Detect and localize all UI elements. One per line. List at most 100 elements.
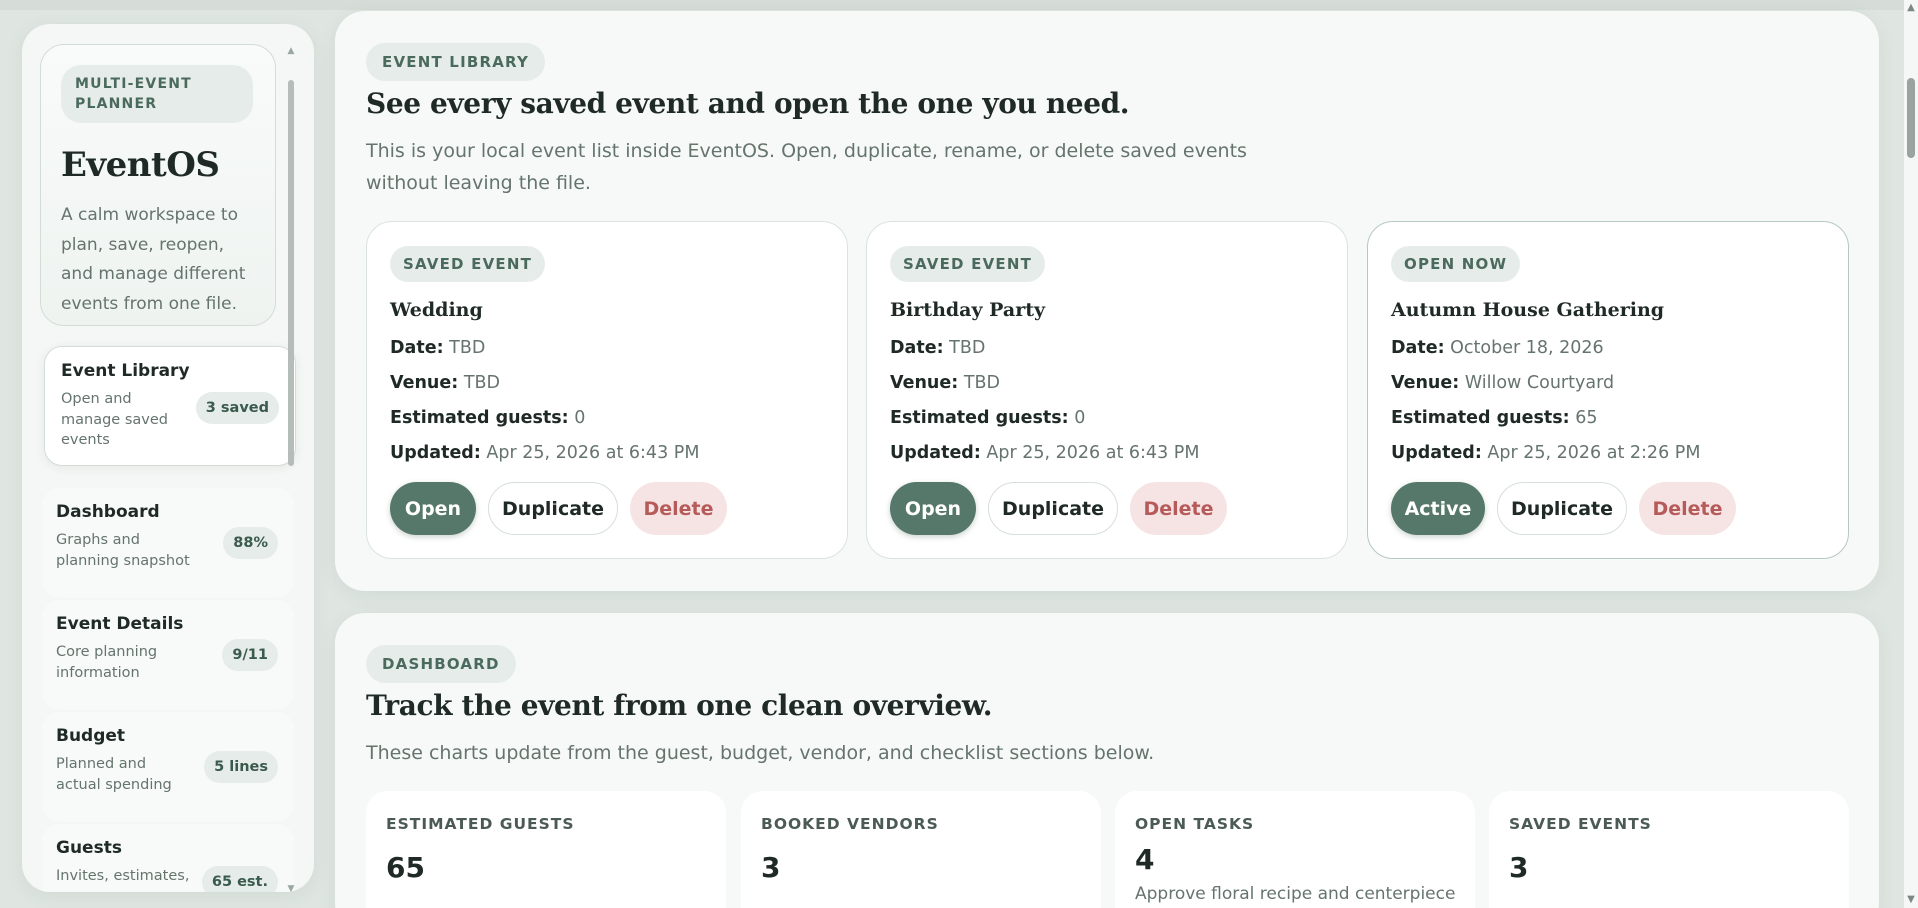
- stat-note: Approve floral recipe and centerpiece: [1135, 884, 1456, 904]
- event-actions: Open Duplicate Delete: [390, 482, 727, 535]
- event-name: Wedding: [390, 299, 483, 321]
- stat-card-open-tasks: OPEN TASKS 4 Approve floral recipe and c…: [1115, 791, 1475, 908]
- sidebar-scroll-thumb[interactable]: [288, 80, 294, 466]
- dashboard-panel: DASHBOARD Track the event from one clean…: [335, 613, 1879, 908]
- page-scrollbar[interactable]: ▲ ▼: [1904, 0, 1918, 908]
- event-card: SAVED EVENT Birthday Party Date: TBD Ven…: [866, 221, 1348, 559]
- scroll-down-icon[interactable]: ▼: [1904, 894, 1918, 905]
- event-name: Autumn House Gathering: [1391, 299, 1665, 321]
- date-label: Date:: [390, 338, 444, 358]
- sidebar-item-badge: 5 lines: [204, 751, 278, 783]
- guests-value: 65: [1575, 408, 1598, 428]
- section-title: Track the event from one clean overview.: [366, 689, 993, 722]
- scroll-up-icon[interactable]: ▲: [1904, 2, 1918, 13]
- section-pill: DASHBOARD: [366, 645, 516, 683]
- stat-label: BOOKED VENDORS: [761, 815, 939, 833]
- event-venue: Venue: TBD: [890, 373, 1324, 394]
- sidebar-item-event-library[interactable]: Event Library Open and manage saved even…: [44, 346, 296, 466]
- event-name: Birthday Party: [890, 299, 1046, 321]
- section-pill: EVENT LIBRARY: [366, 43, 546, 81]
- guests-value: 0: [1074, 408, 1086, 428]
- stat-label: SAVED EVENTS: [1509, 815, 1652, 833]
- sidebar-item-badge: 88%: [223, 527, 278, 559]
- open-button[interactable]: Open: [890, 482, 976, 535]
- guests-label: Estimated guests:: [1391, 408, 1570, 428]
- stat-value: 4: [1135, 843, 1155, 876]
- sidebar-item-event-details[interactable]: Event Details Core planning information …: [42, 600, 294, 710]
- brand-card: MULTI-EVENT PLANNER EventOS A calm works…: [40, 44, 276, 326]
- event-venue: Venue: TBD: [390, 373, 824, 394]
- updated-value: Apr 25, 2026 at 2:26 PM: [1487, 443, 1701, 463]
- sidebar-item-subtitle: Open and manage saved events: [61, 391, 168, 448]
- section-description: These charts update from the guest, budg…: [366, 742, 1155, 764]
- brand-title: EventOS: [61, 145, 220, 185]
- delete-button[interactable]: Delete: [1639, 482, 1736, 535]
- event-updated: Updated: Apr 25, 2026 at 2:26 PM: [1391, 443, 1825, 464]
- event-guests: Estimated guests: 65: [1391, 408, 1825, 429]
- date-label: Date:: [890, 338, 944, 358]
- venue-value: TBD: [463, 373, 500, 393]
- updated-label: Updated:: [890, 443, 981, 463]
- sidebar-item-title: Guests: [56, 838, 122, 858]
- updated-label: Updated:: [1391, 443, 1482, 463]
- sidebar-item-title: Budget: [56, 726, 126, 746]
- venue-value: TBD: [963, 373, 1000, 393]
- sidebar-item-title: Dashboard: [56, 502, 160, 522]
- sidebar-scrollbar[interactable]: ▲ ▼: [286, 46, 296, 892]
- updated-label: Updated:: [390, 443, 481, 463]
- event-actions: Active Duplicate Delete: [1391, 482, 1736, 535]
- stat-value: 3: [761, 851, 781, 884]
- date-label: Date:: [1391, 338, 1445, 358]
- event-updated: Updated: Apr 25, 2026 at 6:43 PM: [390, 443, 824, 464]
- event-date: Date: TBD: [890, 338, 1324, 359]
- sidebar-item-badge: 3 saved: [195, 392, 279, 424]
- sidebar-item-guests[interactable]: Guests Invites, estimates, 65 est.: [42, 824, 294, 892]
- event-venue: Venue: Willow Courtyard: [1391, 373, 1825, 394]
- event-card: SAVED EVENT Wedding Date: TBD Venue: TBD…: [366, 221, 848, 559]
- stat-card-saved-events: SAVED EVENTS 3: [1489, 791, 1849, 908]
- brand-description: A calm workspace to plan, save, reopen, …: [61, 205, 246, 314]
- status-badge: OPEN NOW: [1391, 246, 1521, 282]
- venue-value: Willow Courtyard: [1464, 373, 1615, 393]
- sidebar: MULTI-EVENT PLANNER EventOS A calm works…: [22, 24, 314, 892]
- venue-label: Venue:: [890, 373, 959, 393]
- section-title: See every saved event and open the one y…: [366, 87, 1130, 120]
- sidebar-item-badge: 65 est.: [201, 866, 278, 892]
- sidebar-item-title: Event Library: [61, 361, 190, 381]
- open-button[interactable]: Open: [390, 482, 476, 535]
- page-scroll-thumb[interactable]: [1907, 78, 1915, 158]
- duplicate-button[interactable]: Duplicate: [988, 482, 1118, 535]
- top-strip: [0, 0, 1904, 10]
- brand-pill: MULTI-EVENT PLANNER: [61, 65, 253, 123]
- date-value: October 18, 2026: [1450, 338, 1604, 358]
- scroll-down-icon[interactable]: ▼: [286, 884, 296, 892]
- sidebar-item-dashboard[interactable]: Dashboard Graphs and planning snapshot 8…: [42, 488, 294, 598]
- scroll-up-icon[interactable]: ▲: [286, 46, 296, 56]
- stat-label: OPEN TASKS: [1135, 815, 1255, 833]
- delete-button[interactable]: Delete: [630, 482, 727, 535]
- stat-value: 65: [386, 851, 425, 884]
- guests-value: 0: [574, 408, 586, 428]
- date-value: TBD: [449, 338, 486, 358]
- sidebar-item-subtitle: Invites, estimates,: [56, 868, 190, 884]
- sidebar-item-budget[interactable]: Budget Planned and actual spending 5 lin…: [42, 712, 294, 822]
- event-card-open: OPEN NOW Autumn House Gathering Date: Oc…: [1367, 221, 1849, 559]
- stat-card-booked-vendors: BOOKED VENDORS 3: [741, 791, 1101, 908]
- duplicate-button[interactable]: Duplicate: [1497, 482, 1627, 535]
- active-button[interactable]: Active: [1391, 482, 1485, 535]
- duplicate-button[interactable]: Duplicate: [488, 482, 618, 535]
- delete-button[interactable]: Delete: [1130, 482, 1227, 535]
- sidebar-item-title: Event Details: [56, 614, 184, 634]
- sidebar-item-subtitle: Planned and actual spending: [56, 756, 172, 793]
- guests-label: Estimated guests:: [390, 408, 569, 428]
- updated-value: Apr 25, 2026 at 6:43 PM: [486, 443, 700, 463]
- status-badge: SAVED EVENT: [890, 246, 1046, 282]
- event-actions: Open Duplicate Delete: [890, 482, 1227, 535]
- event-guests: Estimated guests: 0: [390, 408, 824, 429]
- stat-card-estimated-guests: ESTIMATED GUESTS 65: [366, 791, 726, 908]
- event-guests: Estimated guests: 0: [890, 408, 1324, 429]
- sidebar-item-subtitle: Core planning information: [56, 644, 158, 681]
- stat-value: 3: [1509, 851, 1529, 884]
- status-badge: SAVED EVENT: [390, 246, 546, 282]
- date-value: TBD: [949, 338, 986, 358]
